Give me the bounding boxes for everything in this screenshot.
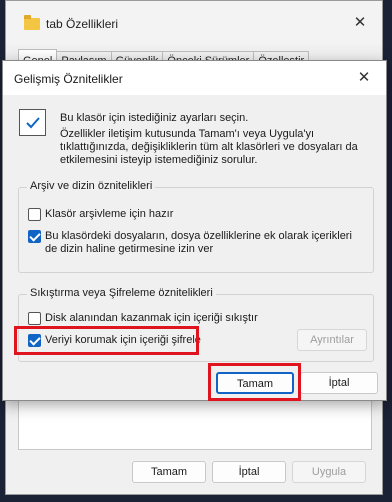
archive-group-label: Arşiv ve dizin öznitelikleri — [27, 180, 156, 192]
dialog-title: Gelişmiş Öznitelikler — [14, 72, 123, 86]
properties-close-button[interactable]: ✕ — [350, 13, 370, 33]
compress-checkbox[interactable] — [28, 312, 41, 325]
index-checkbox[interactable] — [28, 230, 41, 243]
checkmark-icon — [19, 109, 46, 136]
compress-group-label: Sıkıştırma veya Şifreleme öznitelikleri — [27, 287, 216, 299]
details-button[interactable]: Ayrıntılar — [297, 329, 367, 351]
info-description: Özellikler iletişim kutusunda Tamam'ı ve… — [60, 128, 358, 166]
compress-checkbox-label[interactable]: Disk alanından kazanmak için içeriği sık… — [45, 312, 258, 325]
archive-checkbox[interactable] — [28, 208, 41, 221]
archive-checkbox-label[interactable]: Klasör arşivleme için hazır — [45, 208, 173, 221]
dialog-close-button[interactable]: ✕ — [355, 69, 373, 87]
encrypt-highlight — [14, 326, 199, 355]
index-checkbox-label[interactable]: Bu klasördeki dosyaların, dosya özellikl… — [45, 230, 363, 256]
info-heading: Bu klasör için istediğiniz ayarları seçi… — [60, 112, 249, 124]
dialog-cancel-button[interactable]: İptal — [300, 372, 378, 394]
folder-icon — [24, 15, 40, 30]
properties-title: tab Özellikleri — [46, 17, 119, 31]
properties-apply-button[interactable]: Uygula — [292, 461, 366, 483]
properties-cancel-button[interactable]: İptal — [212, 461, 286, 483]
ok-highlight — [208, 363, 301, 401]
properties-titlebar: tab Özellikleri ✕ — [6, 1, 382, 45]
dialog-titlebar: Gelişmiş Öznitelikler ✕ — [3, 61, 386, 95]
archive-attributes-group: Arşiv ve dizin öznitelikleri Klasör arşi… — [18, 180, 374, 273]
properties-ok-button[interactable]: Tamam — [132, 461, 206, 483]
